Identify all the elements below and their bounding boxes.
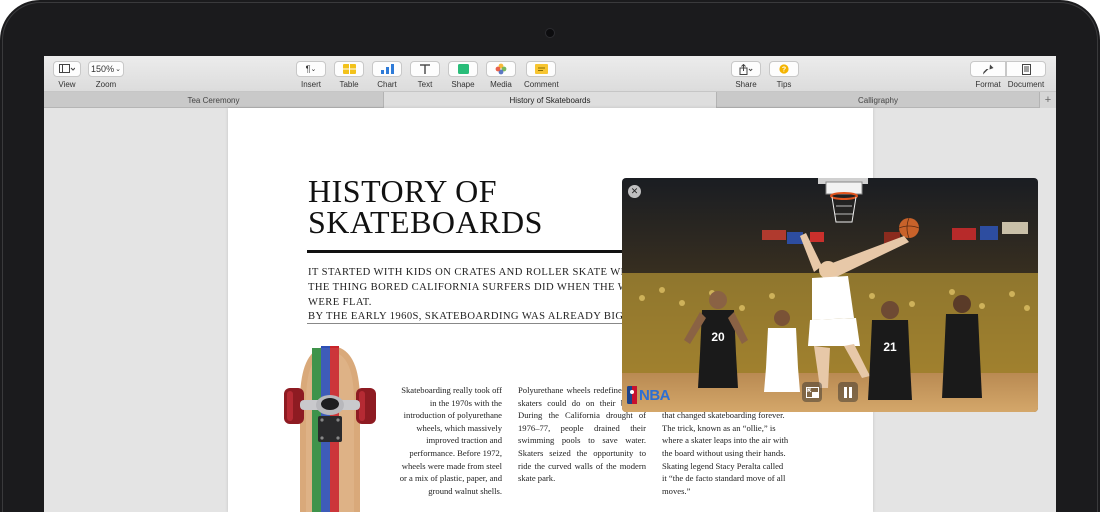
svg-text:?: ? bbox=[782, 67, 786, 74]
add-tab-icon[interactable]: + bbox=[1040, 92, 1056, 108]
format-button[interactable]: Format bbox=[970, 61, 1006, 89]
document-icon bbox=[1006, 61, 1046, 77]
shape-button[interactable]: Shape bbox=[448, 61, 478, 89]
photos-icon bbox=[486, 61, 516, 77]
text-button[interactable]: Text bbox=[410, 61, 440, 89]
zoom-label: Zoom bbox=[95, 80, 117, 89]
table-label: Table bbox=[339, 80, 359, 89]
toolbar: View 150% ⌄ Zoom ¶ ⌄ Insert Table Chart … bbox=[44, 56, 1056, 92]
basketball-video-frame: 20 21 bbox=[622, 178, 1038, 412]
paintbrush-icon bbox=[970, 61, 1006, 77]
basketball bbox=[899, 218, 919, 238]
jersey-number-20: 20 bbox=[711, 330, 725, 344]
media-button[interactable]: Media bbox=[486, 61, 516, 89]
jersey-number-21: 21 bbox=[883, 340, 897, 354]
tab-history-of-skateboards[interactable]: History of Skateboards bbox=[384, 92, 717, 108]
tips-button[interactable]: ? Tips bbox=[769, 61, 799, 89]
zoom-value: 150% bbox=[91, 64, 115, 74]
chart-button[interactable]: Chart bbox=[372, 61, 402, 89]
close-icon[interactable]: ✕ bbox=[628, 185, 641, 198]
tab-tea-ceremony[interactable]: Tea Ceremony bbox=[44, 92, 384, 108]
text-label: Text bbox=[417, 80, 433, 89]
zoom-select[interactable]: 150% ⌄ bbox=[88, 61, 124, 77]
page-title[interactable]: HISTORY OF SKATEBOARDS bbox=[308, 175, 638, 238]
device-frame: View 150% ⌄ Zoom ¶ ⌄ Insert Table Chart … bbox=[0, 0, 1100, 512]
pages-window: View 150% ⌄ Zoom ¶ ⌄ Insert Table Chart … bbox=[44, 56, 1056, 512]
comment-button[interactable]: Comment bbox=[524, 61, 559, 89]
share-label: Share bbox=[735, 80, 757, 89]
media-label: Media bbox=[490, 80, 512, 89]
zoom-control[interactable]: 150% ⌄ Zoom bbox=[88, 61, 124, 89]
document-button[interactable]: Document bbox=[1006, 61, 1046, 89]
chevron-down-icon: ⌄ bbox=[115, 66, 121, 73]
tab-calligraphy[interactable]: Calligraphy bbox=[717, 92, 1040, 108]
nba-logo-text: NBA bbox=[639, 386, 671, 404]
comment-label: Comment bbox=[524, 80, 559, 89]
share-icon bbox=[731, 61, 761, 77]
text-box-icon bbox=[410, 61, 440, 77]
video-player[interactable]: 20 21 ✕ NBA bbox=[622, 178, 1038, 412]
nba-logo: NBA bbox=[627, 386, 671, 404]
view-button[interactable]: View bbox=[53, 61, 81, 89]
tips-label: Tips bbox=[776, 80, 792, 89]
intro-text[interactable]: IT STARTED WITH KIDS ON CRATES AND ROLLE… bbox=[308, 266, 668, 325]
shape-label: Shape bbox=[451, 80, 475, 89]
pilcrow-icon: ¶ ⌄ bbox=[296, 61, 326, 77]
chart-label: Chart bbox=[377, 80, 397, 89]
pause-icon[interactable] bbox=[838, 382, 858, 402]
camera bbox=[545, 28, 555, 38]
insert-label: Insert bbox=[300, 80, 321, 89]
shape-icon bbox=[448, 61, 478, 77]
body-column-1[interactable]: Skateboarding really took off in the 197… bbox=[398, 384, 502, 497]
table-icon bbox=[334, 61, 364, 77]
picture-in-picture-icon[interactable] bbox=[802, 382, 822, 402]
format-label: Format bbox=[975, 80, 1001, 89]
comment-icon bbox=[526, 61, 557, 77]
view-label: View bbox=[58, 80, 76, 89]
chart-icon bbox=[372, 61, 402, 77]
view-icon bbox=[53, 61, 81, 77]
share-button[interactable]: Share bbox=[731, 61, 761, 89]
skateboard-image[interactable] bbox=[256, 342, 404, 512]
tab-bar: Tea Ceremony History of Skateboards Call… bbox=[44, 92, 1056, 108]
lightbulb-icon: ? bbox=[769, 61, 799, 77]
table-button[interactable]: Table bbox=[334, 61, 364, 89]
document-label: Document bbox=[1007, 80, 1045, 89]
document-canvas[interactable]: HISTORY OF SKATEBOARDS IT STARTED WITH K… bbox=[44, 108, 1056, 512]
insert-button[interactable]: ¶ ⌄ Insert bbox=[296, 61, 326, 89]
